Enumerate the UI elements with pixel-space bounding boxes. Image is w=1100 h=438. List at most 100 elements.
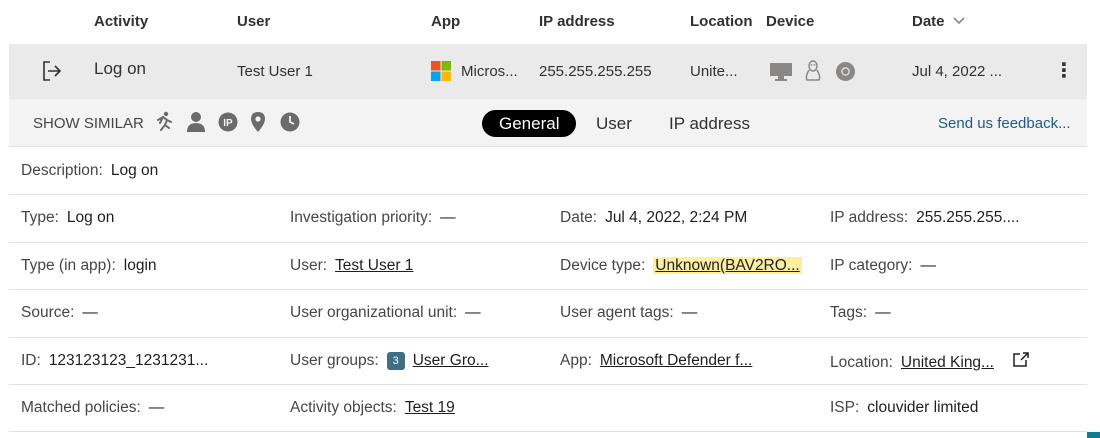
field-label: Matched policies: <box>21 398 141 416</box>
field-source: Source: — <box>21 304 98 322</box>
chevron-down-icon <box>953 17 965 25</box>
field-value: Log on <box>110 162 159 179</box>
svg-text:IP: IP <box>223 118 233 129</box>
show-similar-label: SHOW SIMILAR <box>33 115 144 132</box>
activity-objects-link[interactable]: Test 19 <box>405 399 455 416</box>
field-label: Activity objects: <box>290 398 397 416</box>
field-investigation-priority: Investigation priority: — <box>290 209 456 227</box>
field-description: Description: Log on <box>21 162 158 180</box>
chrome-icon <box>836 62 855 81</box>
linux-icon <box>805 60 821 81</box>
external-link-icon[interactable] <box>1012 351 1030 368</box>
field-ip-address: IP address: 255.255.255.... <box>830 209 1020 227</box>
corner-accent <box>1087 432 1100 438</box>
field-label: App: <box>560 351 592 369</box>
tab-user[interactable]: User <box>579 110 649 137</box>
field-matched-policies: Matched policies: — <box>21 399 164 417</box>
table-row[interactable]: Log on Test User 1 Micros... 255.255.255… <box>9 44 1087 99</box>
user-link[interactable]: Test User 1 <box>335 257 413 274</box>
field-label: User: <box>290 256 328 274</box>
send-feedback-link[interactable]: Send us feedback... <box>938 115 1071 132</box>
details-row-description: Description: Log on <box>9 148 1087 196</box>
row-location[interactable]: Unite... <box>690 63 738 80</box>
field-label: Location: <box>830 353 893 371</box>
field-device-type: Device type: Unknown(BAV2RO... <box>560 256 802 275</box>
row-user[interactable]: Test User 1 <box>237 63 313 80</box>
details-row: Source: — User organizational unit: — User… <box>9 290 1087 338</box>
field-value: Jul 4, 2022, 2:24 PM <box>605 209 748 227</box>
field-label: User organizational unit: <box>290 304 458 322</box>
user-groups-link[interactable]: User Gro... <box>413 352 489 369</box>
field-value: 123123123_1231231... <box>48 351 209 369</box>
field-label: Type (in app): <box>21 256 116 274</box>
column-header-location[interactable]: Location <box>690 13 753 30</box>
ip-icon[interactable]: IP <box>218 112 238 132</box>
user-icon[interactable] <box>186 111 206 133</box>
field-label: Description: <box>21 162 103 179</box>
field-label: Type: <box>21 209 59 227</box>
field-value: — <box>681 304 698 322</box>
field-label: User agent tags: <box>560 304 674 322</box>
field-type-in-app: Type (in app): login <box>21 257 157 275</box>
field-value: — <box>875 304 891 322</box>
field-date: Date: Jul 4, 2022, 2:24 PM <box>560 209 747 227</box>
field-user: User: Test User 1 <box>290 257 413 275</box>
clock-icon[interactable] <box>280 112 300 132</box>
activity-icon[interactable] <box>154 111 174 133</box>
field-label: Date: <box>560 209 598 227</box>
row-activity: Log on <box>94 59 146 78</box>
user-groups-count-badge: 3 <box>386 351 405 370</box>
table-header: Activity User App IP address Location De… <box>0 0 1100 44</box>
location-pin-icon[interactable] <box>250 111 266 133</box>
field-id: ID: 123123123_1231231... <box>21 352 208 370</box>
field-label: User groups: <box>290 351 379 369</box>
field-value: 255.255.255.... <box>916 209 1020 227</box>
row-app[interactable]: Micros... <box>461 63 518 80</box>
column-header-activity[interactable]: Activity <box>94 13 148 30</box>
column-header-user[interactable]: User <box>237 13 270 30</box>
field-user-groups: User groups: 3 User Gro... <box>290 351 489 370</box>
field-label: IP address: <box>830 209 909 227</box>
field-label: Tags: <box>830 304 868 322</box>
column-header-app[interactable]: App <box>431 13 460 30</box>
field-location: Location: United King... <box>830 351 1030 372</box>
sign-out-icon <box>43 61 62 81</box>
tab-general[interactable]: General <box>482 110 577 137</box>
field-user-organizational-unit: User organizational unit: — <box>290 304 481 322</box>
field-user-agent-tags: User agent tags: — <box>560 304 697 322</box>
column-header-device[interactable]: Device <box>766 13 814 30</box>
device-type-link[interactable]: Unknown(BAV2RO... <box>653 256 802 274</box>
microsoft-logo-icon <box>431 61 451 81</box>
details-row: ID: 123123123_1231231... User groups: 3 Use… <box>9 338 1087 385</box>
details-row: Type: Log on Investigation priority: — Dat… <box>9 195 1087 243</box>
field-value: — <box>465 304 481 322</box>
more-options-icon[interactable]: ⋮ <box>1054 58 1074 83</box>
field-type: Type: Log on <box>21 209 114 227</box>
field-label: ISP: <box>830 398 860 416</box>
field-value: login <box>123 256 157 274</box>
tab-ip-address[interactable]: IP address <box>652 110 767 137</box>
field-value: — <box>440 209 456 227</box>
field-value: clouvider limited <box>867 398 979 416</box>
field-label: Device type: <box>560 256 646 274</box>
show-similar-bar: SHOW SIMILAR IP General User IP address … <box>9 99 1087 147</box>
app-link[interactable]: Microsoft Defender f... <box>600 352 752 369</box>
field-value: — <box>148 398 165 416</box>
field-label: ID: <box>21 351 41 369</box>
column-header-date[interactable]: Date <box>912 13 965 30</box>
location-link[interactable]: United King... <box>901 354 994 371</box>
field-value: Log on <box>66 209 115 227</box>
field-label: IP category: <box>830 256 913 274</box>
field-label: Investigation priority: <box>290 209 433 227</box>
field-value: — <box>82 304 98 322</box>
field-ip-category: IP category: — <box>830 257 936 275</box>
field-label: Source: <box>21 304 75 322</box>
field-value: — <box>920 256 936 274</box>
column-header-date-label: Date <box>912 13 945 30</box>
field-isp: ISP: clouvider limited <box>830 399 978 417</box>
row-ip-address[interactable]: 255.255.255.255 <box>539 63 652 80</box>
column-header-ip-address[interactable]: IP address <box>539 13 615 30</box>
desktop-icon <box>770 63 792 81</box>
details-row: Type (in app): login User: Test User 1 Dev… <box>9 243 1087 291</box>
field-tags: Tags: — <box>830 304 891 322</box>
